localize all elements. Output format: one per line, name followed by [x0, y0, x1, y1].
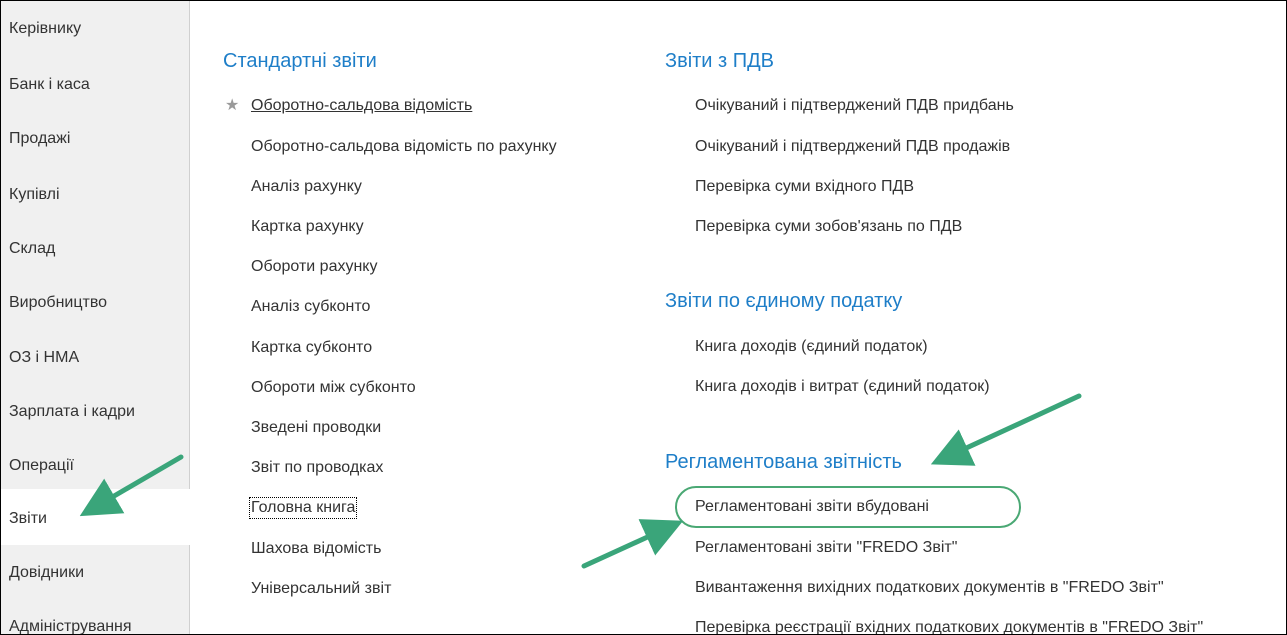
sidebar-item-directories[interactable]: Довідники: [1, 563, 189, 607]
sidebar: Керівнику Банк і каса Продажі Купівлі Ск…: [1, 1, 190, 634]
report-link[interactable]: Картка рахунку: [251, 218, 364, 236]
report-link[interactable]: Оборотно-сальдова відомість по рахунку: [251, 138, 557, 156]
arrow-to-regulated-builtin-icon: [581, 519, 684, 569]
report-link[interactable]: Аналіз рахунку: [251, 178, 362, 196]
sidebar-item-bank-cash[interactable]: Банк і каса: [1, 75, 189, 119]
sidebar-item-salary-hr[interactable]: Зарплата і кадри: [1, 402, 189, 446]
sidebar-item-fixed-assets[interactable]: ОЗ і НМА: [1, 348, 189, 392]
report-link[interactable]: Очікуваний і підтверджений ПДВ придбань: [695, 97, 1014, 115]
report-link-regulated-builtin[interactable]: Регламентовані звіти вбудовані: [695, 498, 929, 516]
report-link[interactable]: Обороти рахунку: [251, 258, 377, 276]
sidebar-item-administration[interactable]: Адміністрування: [1, 617, 189, 634]
report-link[interactable]: Вивантаження вихідних податкових докумен…: [695, 579, 1164, 597]
report-link[interactable]: Перевірка суми зобов'язань по ПДВ: [695, 218, 962, 236]
report-link[interactable]: Оборотно-сальдова відомість: [251, 97, 472, 115]
report-link[interactable]: Аналіз субконто: [251, 298, 370, 316]
section-title-vat-reports: Звіти з ПДВ: [665, 50, 775, 72]
report-link[interactable]: Обороти між субконто: [251, 379, 416, 397]
report-link[interactable]: Універсальний звіт: [251, 580, 391, 598]
report-link[interactable]: Регламентовані звіти "FREDO Звіт": [695, 539, 957, 557]
section-title-standard-reports: Стандартні звіти: [223, 50, 377, 72]
sidebar-item-manager[interactable]: Керівнику: [1, 19, 189, 63]
report-link[interactable]: Головна книга: [248, 497, 358, 519]
report-link[interactable]: Перевірка реєстрації вхідних податкових …: [695, 619, 1203, 634]
section-title-regulated-reports: Регламентована звітність: [665, 451, 902, 473]
report-link[interactable]: Зведені проводки: [251, 419, 381, 437]
star-icon[interactable]: ★: [225, 95, 239, 115]
report-link[interactable]: Шахова відомість: [251, 540, 381, 558]
report-link[interactable]: Картка субконто: [251, 339, 372, 357]
app-window: Керівнику Банк і каса Продажі Купівлі Ск…: [0, 0, 1287, 635]
arrow-to-regulated-title-icon: [930, 393, 1082, 466]
report-link[interactable]: Звіт по проводках: [251, 459, 383, 477]
report-link[interactable]: Перевірка суми вхідного ПДВ: [695, 178, 914, 196]
report-link[interactable]: Книга доходів (єдиний податок): [695, 338, 928, 356]
sidebar-item-production[interactable]: Виробництво: [1, 293, 189, 337]
sidebar-item-warehouse[interactable]: Склад: [1, 239, 189, 283]
sidebar-item-sales[interactable]: Продажі: [1, 129, 189, 173]
sidebar-item-reports[interactable]: Звіти: [1, 489, 190, 545]
report-link[interactable]: Книга доходів і витрат (єдиний податок): [695, 378, 990, 396]
section-title-single-tax-reports: Звіти по єдиному податку: [665, 290, 903, 312]
sidebar-item-purchases[interactable]: Купівлі: [1, 185, 189, 229]
annotation-arrows: [79, 393, 1082, 569]
report-link[interactable]: Очікуваний і підтверджений ПДВ продажів: [695, 138, 1010, 156]
